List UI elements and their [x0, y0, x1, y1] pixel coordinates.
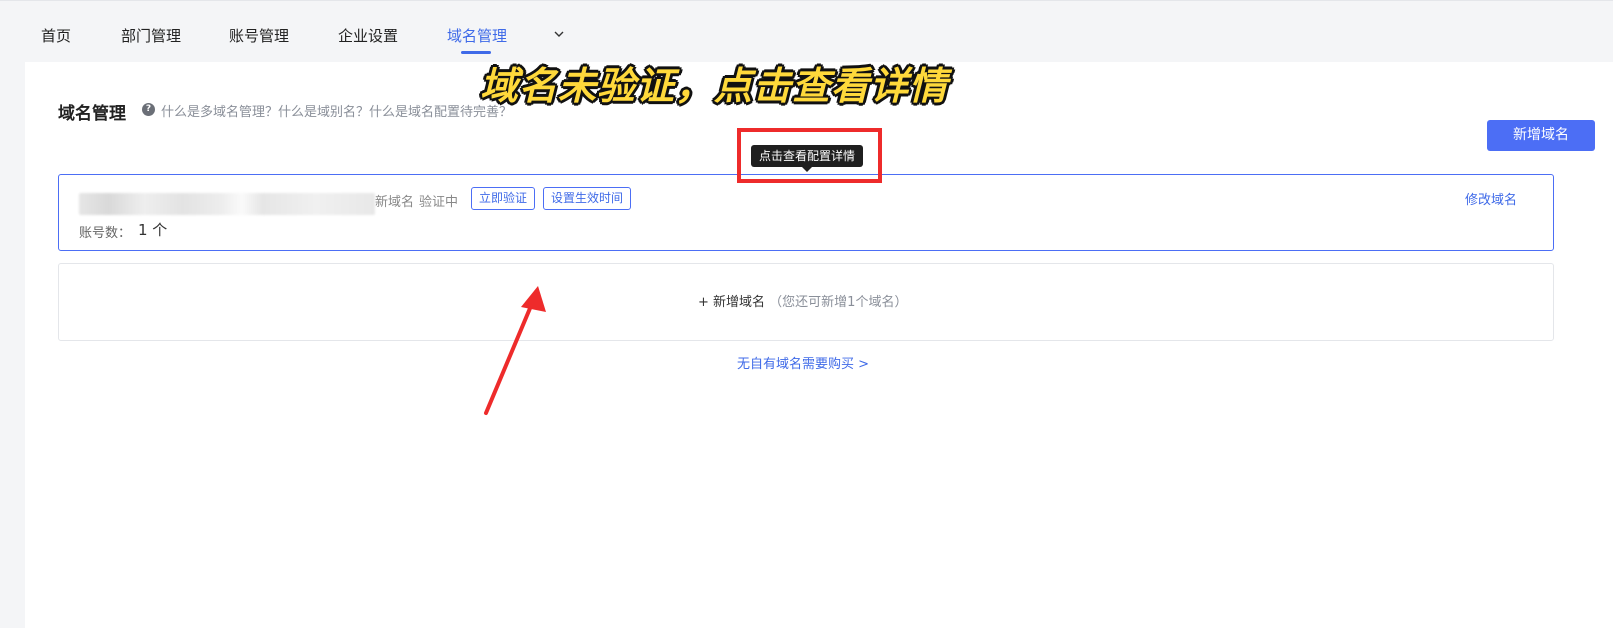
question-circle-icon: ?: [142, 103, 155, 116]
nav-home[interactable]: 首页: [41, 25, 71, 46]
page-title: 域名管理: [58, 104, 126, 124]
domain-status: 验证中: [419, 195, 459, 210]
add-domain-button[interactable]: 新增域名: [1487, 120, 1595, 151]
top-navigation: 首页 部门管理 账号管理 企业设置 域名管理: [0, 0, 1613, 62]
add-domain-card[interactable]: + 新增域名 （您还可新增1个域名）: [58, 263, 1554, 341]
add-domain-label: + 新增域名: [698, 295, 766, 310]
verify-now-button[interactable]: 立即验证: [471, 187, 536, 210]
config-details-tooltip: 点击查看配置详情: [751, 145, 864, 172]
annotation-overlay-text: 域名未验证，点击查看详情: [480, 64, 949, 108]
main-content: 域名管理 ? 什么是多域名管理？什么是域别名？什么是域名配置待完善？ 新增域名 …: [25, 62, 1613, 628]
domain-card: 新域名 验证中 立即验证 设置生效时间 账号数： 1 个 修改域名: [58, 174, 1554, 251]
add-domain-text: + 新增域名 （您还可新增1个域名）: [698, 291, 907, 310]
edit-domain-link[interactable]: 修改域名: [1465, 189, 1517, 208]
domain-type-label: 新域名: [375, 195, 415, 210]
annotation-arrow-icon: [484, 286, 546, 415]
set-effective-time-button[interactable]: 设置生效时间: [543, 187, 632, 210]
nav-account-management[interactable]: 账号管理: [229, 25, 289, 46]
help-links[interactable]: 什么是多域名管理？什么是域别名？什么是域名配置待完善？: [161, 101, 512, 120]
nav-enterprise-settings[interactable]: 企业设置: [338, 25, 398, 46]
account-count-value: 1 个: [138, 221, 168, 239]
chevron-down-icon[interactable]: [552, 27, 566, 41]
nav-department-management[interactable]: 部门管理: [121, 25, 181, 46]
account-count-label: 账号数：: [79, 226, 132, 241]
blurred-domain-name: [79, 193, 375, 215]
buy-domain-link[interactable]: 无自有域名需要购买 >: [737, 353, 869, 372]
nav-domain-management[interactable]: 域名管理: [447, 25, 507, 54]
add-domain-hint: （您还可新增1个域名）: [769, 295, 908, 310]
